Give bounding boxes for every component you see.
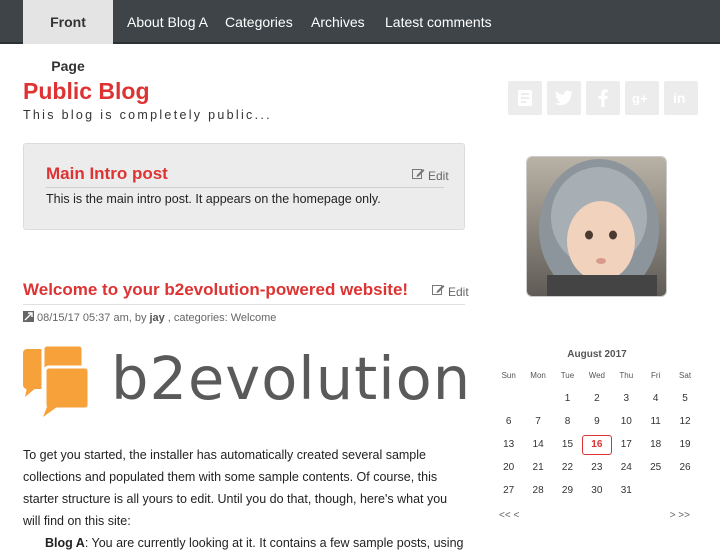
calendar-day[interactable]: 21 — [523, 462, 552, 473]
calendar-weekdays: Sun Mon Tue Wed Thu Fri Sat — [494, 364, 700, 387]
calendar-day[interactable]: 17 — [612, 439, 641, 450]
divider — [23, 304, 465, 305]
blog-tagline: This blog is completely public... — [23, 108, 272, 122]
calendar-week: 6 7 8 9 10 11 12 — [494, 410, 700, 433]
calendar-day[interactable]: 2 — [582, 393, 611, 404]
intro-post-title[interactable]: Main Intro post — [46, 164, 168, 184]
post-meta: 08/15/17 05:37 am, by jay , categories: W… — [23, 311, 276, 325]
calendar-day[interactable]: 1 — [553, 393, 582, 404]
calendar-day[interactable]: 27 — [494, 485, 523, 496]
post-date: 08/15/17 05:37 am, by — [37, 312, 147, 324]
top-navigation: Front Page About Blog A Categories Archi… — [0, 0, 720, 74]
nav-categories[interactable]: Categories — [213, 0, 305, 44]
post-title[interactable]: Welcome to your b2evolution-powered webs… — [23, 280, 408, 300]
edit-icon — [432, 284, 445, 299]
weekday: Thu — [619, 371, 634, 380]
calendar-day[interactable]: 15 — [553, 439, 582, 450]
nav-archives[interactable]: Archives — [299, 0, 377, 44]
permalink-icon[interactable] — [23, 311, 34, 325]
intro-post-text: This is the main intro post. It appears … — [46, 192, 381, 206]
post-paragraph: To get you started, the installer has au… — [23, 448, 448, 528]
calendar-day[interactable]: 30 — [582, 485, 611, 496]
calendar-day[interactable]: 11 — [641, 416, 670, 427]
calendar-day[interactable]: 14 — [523, 439, 552, 450]
svg-text:in: in — [673, 90, 685, 106]
calendar-week: 20 21 22 23 24 25 26 — [494, 456, 700, 479]
blog-icon[interactable] — [508, 81, 542, 115]
list-item: Blog A: You are currently looking at it.… — [23, 532, 465, 554]
nav-latest-comments[interactable]: Latest comments — [373, 0, 504, 44]
weekday: Sun — [501, 371, 516, 380]
calendar-day[interactable]: 9 — [582, 416, 611, 427]
post-categories[interactable]: , categories: Welcome — [168, 312, 277, 324]
b2evolution-logo: b2evolution — [23, 343, 470, 419]
calendar-day[interactable]: 5 — [670, 393, 699, 404]
post-author[interactable]: jay — [149, 312, 164, 324]
nav-front-page[interactable]: Front Page — [23, 0, 113, 74]
calendar-day[interactable]: 29 — [553, 485, 582, 496]
calendar-next[interactable]: > >> — [670, 510, 690, 521]
calendar-day[interactable]: 12 — [670, 416, 699, 427]
post-content: To get you started, the installer has au… — [23, 444, 465, 554]
google-plus-icon[interactable]: g+ — [625, 81, 659, 115]
calendar-days: 1 2 3 4 5 6 7 8 9 10 11 12 13 14 15 16 17 18 19 20 21 22 23 24 2… — [494, 387, 700, 502]
svg-text:g+: g+ — [632, 91, 648, 105]
edit-label: Edit — [448, 284, 469, 299]
calendar-day[interactable]: 7 — [523, 416, 552, 427]
calendar-day[interactable]: 23 — [582, 462, 611, 473]
calendar-day[interactable]: 25 — [641, 462, 670, 473]
calendar-day[interactable]: 6 — [494, 416, 523, 427]
divider — [46, 187, 444, 188]
calendar-day[interactable]: 10 — [612, 416, 641, 427]
facebook-icon[interactable] — [586, 81, 620, 115]
calendar-day[interactable]: 28 — [523, 485, 552, 496]
calendar-day[interactable]: 3 — [612, 393, 641, 404]
calendar-day[interactable]: 13 — [494, 439, 523, 450]
linkedin-icon[interactable]: in — [664, 81, 698, 115]
weekday: Tue — [560, 371, 575, 380]
calendar-day[interactable]: 4 — [641, 393, 670, 404]
weekday: Sat — [679, 371, 692, 380]
intro-edit-link[interactable]: Edit — [412, 168, 449, 183]
calendar-day[interactable]: 26 — [670, 462, 699, 473]
list-item-text: : You are currently looking at it. It co… — [84, 536, 464, 550]
calendar-title: August 2017 — [567, 349, 627, 360]
logo-text: b2evolution — [111, 344, 472, 413]
post-edit-link[interactable]: Edit — [432, 284, 469, 299]
calendar-day[interactable]: 22 — [553, 462, 582, 473]
weekday: Fri — [650, 371, 661, 380]
calendar-day[interactable]: 19 — [670, 439, 699, 450]
nav-about-blog-a[interactable]: About Blog A — [115, 0, 220, 44]
calendar-prev[interactable]: << < — [499, 510, 519, 521]
blog-title[interactable]: Public Blog — [23, 78, 150, 105]
calendar-day-today[interactable]: 16 — [582, 434, 612, 455]
calendar-week: 27 28 29 30 31 — [494, 479, 700, 502]
calendar-day[interactable]: 20 — [494, 462, 523, 473]
calendar-day[interactable]: 24 — [612, 462, 641, 473]
list-item-label[interactable]: Blog A — [45, 536, 85, 550]
edit-label: Edit — [428, 168, 449, 183]
weekday: Mon — [530, 371, 546, 380]
edit-icon — [412, 168, 425, 183]
calendar-widget: August 2017 Sun Mon Tue Wed Thu Fri Sat … — [494, 346, 700, 521]
calendar-day[interactable]: 8 — [553, 416, 582, 427]
calendar-week: 13 14 15 16 17 18 19 — [494, 433, 700, 456]
weekday: Wed — [588, 371, 606, 380]
twitter-icon[interactable] — [547, 81, 581, 115]
calendar-week: 12345 — [494, 387, 700, 410]
calendar-day[interactable]: 31 — [612, 485, 641, 496]
intro-post: Main Intro post Edit This is the main in… — [23, 143, 465, 230]
calendar-day[interactable]: 18 — [641, 439, 670, 450]
avatar — [526, 156, 667, 297]
